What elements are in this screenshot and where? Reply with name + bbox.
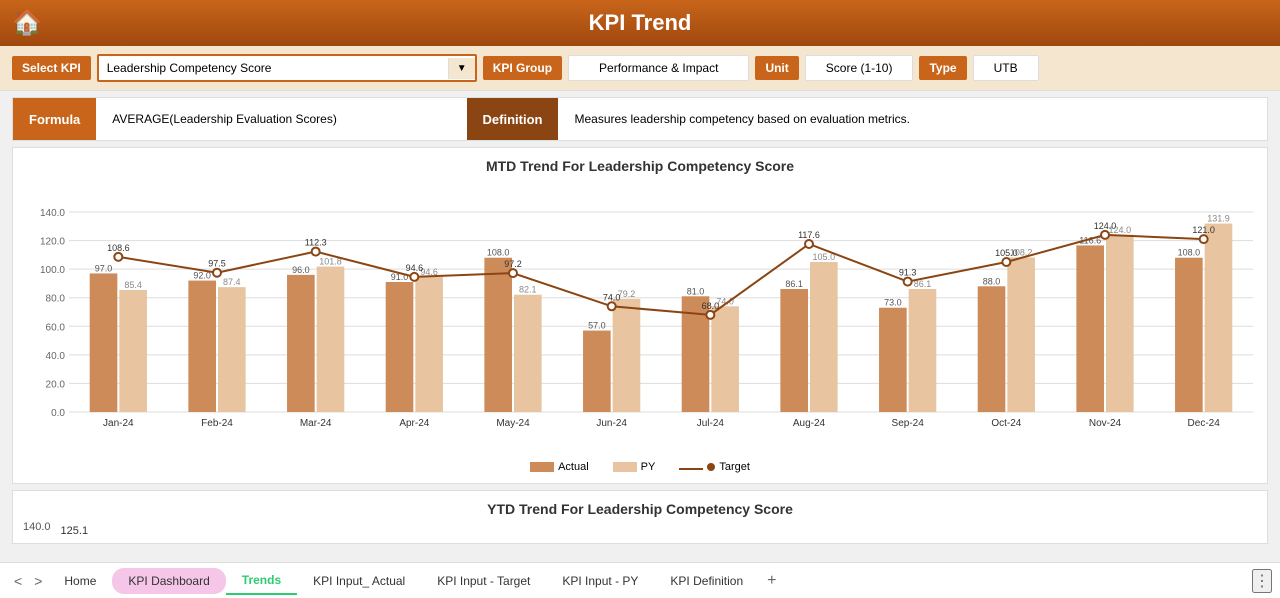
home-icon[interactable]: 🏠 xyxy=(12,9,42,38)
legend-py-swatch xyxy=(613,462,637,472)
tab-item-kpi-input_-actual[interactable]: KPI Input_ Actual xyxy=(297,568,421,594)
svg-text:Feb-24: Feb-24 xyxy=(201,418,233,429)
svg-text:88.0: 88.0 xyxy=(983,276,1001,286)
page-title: KPI Trend xyxy=(589,10,692,36)
definition-tab: Definition xyxy=(467,98,559,140)
svg-text:85.4: 85.4 xyxy=(124,280,142,290)
svg-text:80.0: 80.0 xyxy=(46,294,66,305)
tab-add-button[interactable]: + xyxy=(759,568,784,594)
legend-py: PY xyxy=(613,461,656,473)
svg-text:140.0: 140.0 xyxy=(40,208,65,219)
chart-legend: Actual PY Target xyxy=(23,461,1257,473)
svg-text:Apr-24: Apr-24 xyxy=(399,418,429,429)
definition-content: Measures leadership competency based on … xyxy=(558,98,1267,140)
tab-item-trends[interactable]: Trends xyxy=(226,567,297,595)
svg-text:105.0: 105.0 xyxy=(995,248,1018,258)
svg-text:Mar-24: Mar-24 xyxy=(300,418,332,429)
svg-text:68.0: 68.0 xyxy=(702,301,720,311)
mtd-chart-container: MTD Trend For Leadership Competency Scor… xyxy=(12,147,1268,484)
legend-target-dot xyxy=(707,463,715,471)
svg-text:57.0: 57.0 xyxy=(588,321,606,331)
svg-text:73.0: 73.0 xyxy=(884,298,902,308)
tabs-list: HomeKPI DashboardTrendsKPI Input_ Actual… xyxy=(48,567,759,595)
svg-text:74.0: 74.0 xyxy=(603,292,621,302)
tab-item-kpi-definition[interactable]: KPI Definition xyxy=(654,568,759,594)
mtd-chart-svg-wrapper: 0.0 20.0 40.0 60.0 80.0 100.0 120.0 140.0 97.0 85… xyxy=(23,182,1257,457)
ytd-first-value: 125.1 xyxy=(61,521,89,539)
ytd-chart-body: 140.0 125.1 xyxy=(23,521,1257,539)
tab-more-button[interactable]: ⋮ xyxy=(1252,569,1272,593)
svg-text:97.0: 97.0 xyxy=(95,263,113,273)
svg-text:Oct-24: Oct-24 xyxy=(991,418,1021,429)
svg-text:108.0: 108.0 xyxy=(487,248,510,258)
svg-text:86.1: 86.1 xyxy=(785,279,803,289)
svg-text:108.0: 108.0 xyxy=(1178,248,1201,258)
legend-target: Target xyxy=(679,461,750,473)
svg-text:60.0: 60.0 xyxy=(46,322,66,333)
mtd-chart-svg: 0.0 20.0 40.0 60.0 80.0 100.0 120.0 140.0 97.0 85… xyxy=(23,182,1263,452)
svg-text:108.6: 108.6 xyxy=(107,243,130,253)
svg-text:82.1: 82.1 xyxy=(519,285,537,295)
svg-text:97.2: 97.2 xyxy=(504,259,522,269)
svg-text:Jun-24: Jun-24 xyxy=(596,418,627,429)
svg-text:Jul-24: Jul-24 xyxy=(697,418,725,429)
svg-text:0.0: 0.0 xyxy=(51,408,65,419)
svg-text:Aug-24: Aug-24 xyxy=(793,418,826,429)
svg-text:117.6: 117.6 xyxy=(798,230,820,240)
kpi-select-wrapper[interactable]: Leadership Competency Score ▼ xyxy=(97,54,477,82)
tab-item-kpi-input---py[interactable]: KPI Input - PY xyxy=(546,568,654,594)
unit-value: Score (1-10) xyxy=(805,55,914,81)
legend-actual-label: Actual xyxy=(558,461,589,473)
kpi-selected-value: Leadership Competency Score xyxy=(99,56,448,80)
ytd-y-max-label: 140.0 xyxy=(23,521,51,533)
svg-text:May-24: May-24 xyxy=(496,418,530,429)
ytd-chart-container: YTD Trend For Leadership Competency Scor… xyxy=(12,490,1268,544)
svg-text:97.5: 97.5 xyxy=(208,259,226,269)
ytd-chart-title: YTD Trend For Leadership Competency Scor… xyxy=(23,501,1257,517)
svg-text:Sep-24: Sep-24 xyxy=(892,418,925,429)
tab-item-kpi-dashboard[interactable]: KPI Dashboard xyxy=(112,568,225,594)
formula-content: AVERAGE(Leadership Evaluation Scores) xyxy=(96,98,466,140)
select-kpi-label: Select KPI xyxy=(12,56,91,80)
svg-text:131.9: 131.9 xyxy=(1207,214,1230,224)
svg-text:81.0: 81.0 xyxy=(687,286,705,296)
bottom-tab-bar: < > HomeKPI DashboardTrendsKPI Input_ Ac… xyxy=(0,562,1280,598)
tab-item-kpi-input---target[interactable]: KPI Input - Target xyxy=(421,568,546,594)
svg-text:121.0: 121.0 xyxy=(1192,225,1215,235)
formula-tab: Formula xyxy=(13,98,96,140)
svg-text:20.0: 20.0 xyxy=(46,379,66,390)
legend-py-label: PY xyxy=(641,461,656,473)
legend-actual-swatch xyxy=(530,462,554,472)
tab-nav-prev[interactable]: < xyxy=(8,569,28,593)
svg-text:120.0: 120.0 xyxy=(40,237,65,248)
svg-text:124.0: 124.0 xyxy=(1094,221,1117,231)
legend-actual: Actual xyxy=(530,461,589,473)
unit-label: Unit xyxy=(755,56,798,80)
svg-text:112.3: 112.3 xyxy=(305,238,327,248)
svg-text:91.3: 91.3 xyxy=(899,268,917,278)
svg-text:Dec-24: Dec-24 xyxy=(1188,418,1221,429)
svg-text:100.0: 100.0 xyxy=(40,265,65,276)
legend-target-line xyxy=(679,468,703,470)
kpi-selection-bar: Select KPI Leadership Competency Score ▼… xyxy=(0,46,1280,91)
page-header: 🏠 KPI Trend xyxy=(0,0,1280,46)
svg-text:Jan-24: Jan-24 xyxy=(103,418,134,429)
kpi-dropdown-arrow[interactable]: ▼ xyxy=(448,58,475,79)
svg-text:96.0: 96.0 xyxy=(292,265,310,275)
formula-definition-bar: Formula AVERAGE(Leadership Evaluation Sc… xyxy=(12,97,1268,141)
svg-text:87.4: 87.4 xyxy=(223,277,241,287)
svg-text:40.0: 40.0 xyxy=(46,351,66,362)
tab-nav-next[interactable]: > xyxy=(28,569,48,593)
legend-target-label: Target xyxy=(719,461,750,473)
tab-item-home[interactable]: Home xyxy=(48,568,112,594)
type-label: Type xyxy=(919,56,966,80)
kpi-group-label: KPI Group xyxy=(483,56,562,80)
type-value: UTB xyxy=(973,55,1039,81)
mtd-chart-title: MTD Trend For Leadership Competency Scor… xyxy=(23,158,1257,174)
svg-text:Nov-24: Nov-24 xyxy=(1089,418,1122,429)
svg-text:94.6: 94.6 xyxy=(406,263,424,273)
kpi-group-value: Performance & Impact xyxy=(568,55,749,81)
